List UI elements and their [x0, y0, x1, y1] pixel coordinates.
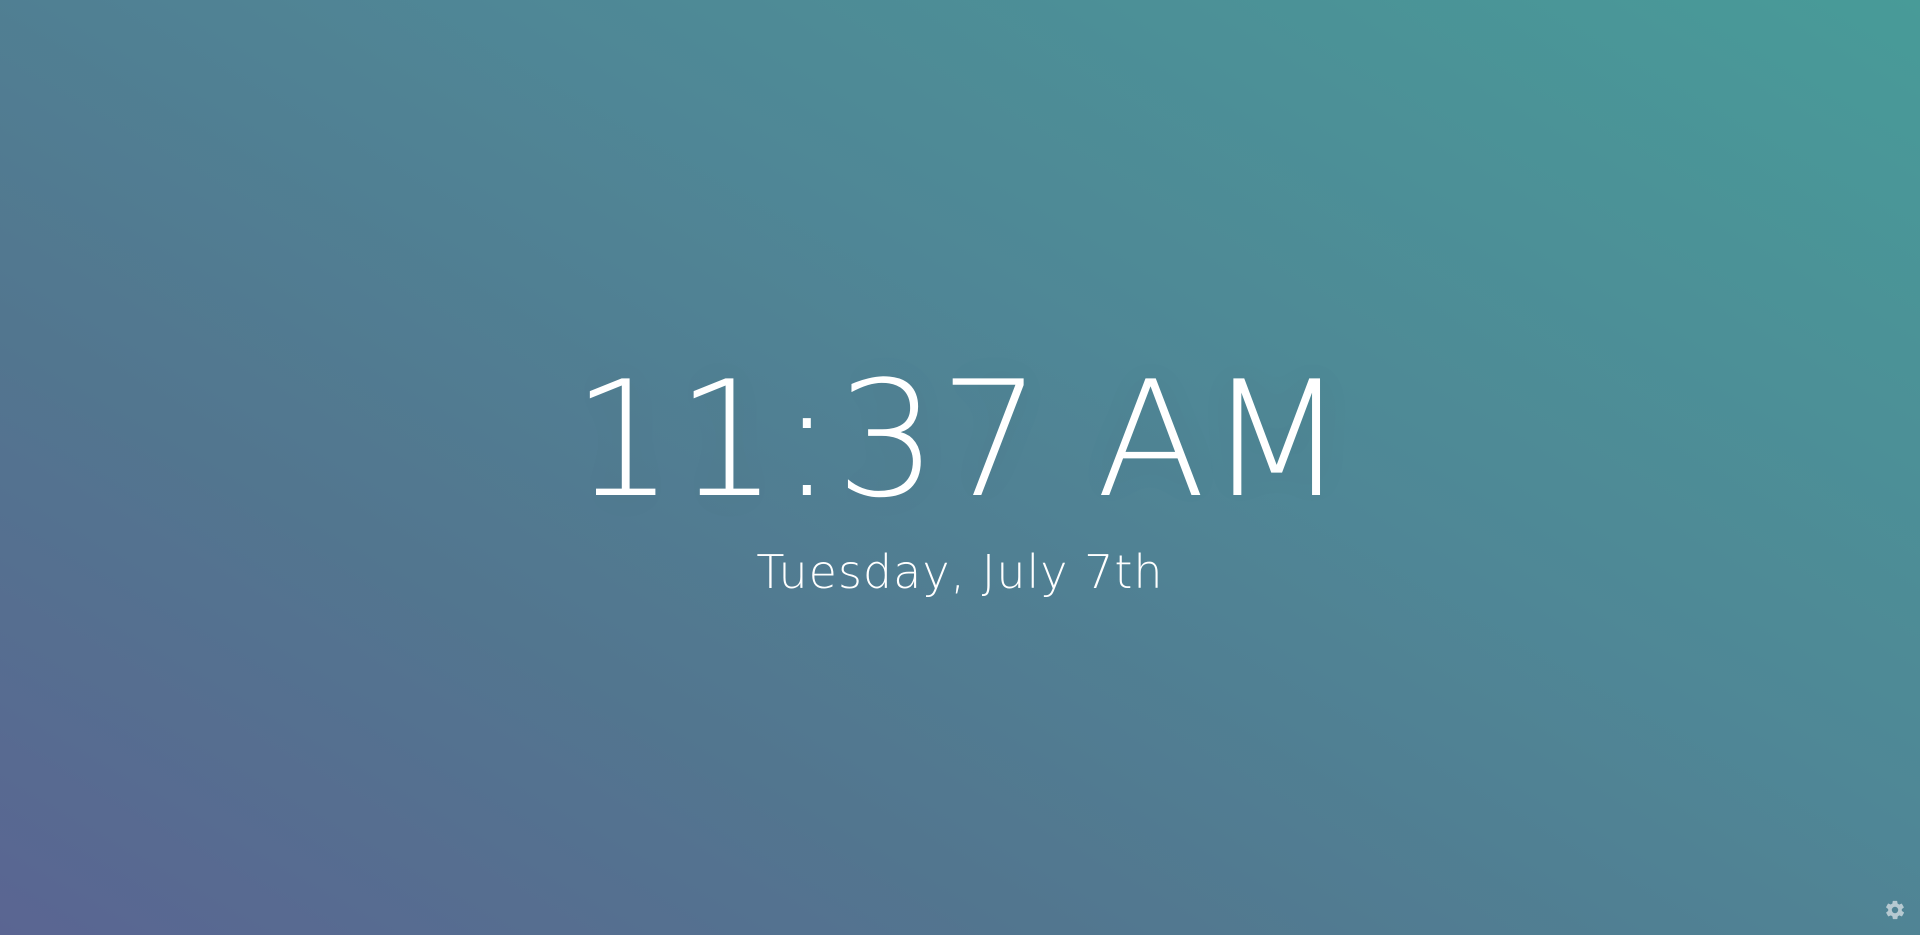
gear-icon: [1884, 899, 1906, 921]
clock-display: 11:37 AM Tuesday, July 7th: [0, 350, 1920, 600]
settings-button[interactable]: [1884, 899, 1906, 921]
clock-time: 11:37 AM: [572, 346, 1348, 533]
clock-date: Tuesday, July 7th: [756, 545, 1164, 599]
